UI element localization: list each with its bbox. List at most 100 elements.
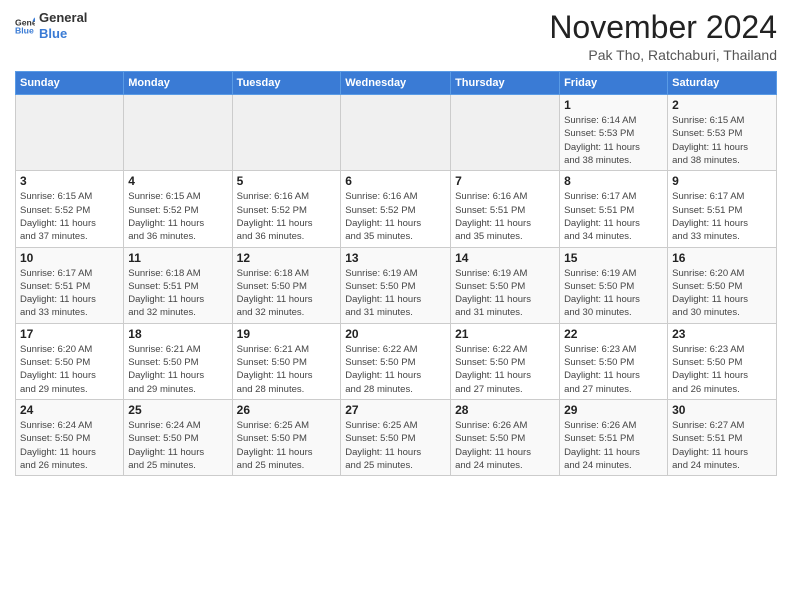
calendar-cell: 19Sunrise: 6:21 AM Sunset: 5:50 PM Dayli… xyxy=(232,323,341,399)
calendar-cell: 20 Sunrise: 6:22 AM Sunset: 5:50 PM Dayli… xyxy=(341,323,451,399)
day-info: Sunrise: 6:19 AM Sunset: 5:50 PM Dayligh… xyxy=(345,267,446,320)
weekday-header-sunday: Sunday xyxy=(16,72,124,95)
day-number: 28 xyxy=(455,403,555,417)
logo-general-text: General xyxy=(39,10,87,26)
day-info: Sunrise: 6:27 AM Sunset: 5:51 PM Dayligh… xyxy=(672,419,772,472)
day-number: 11 xyxy=(128,251,227,265)
day-info: Sunrise: 6:17 AM Sunset: 5:51 PM Dayligh… xyxy=(564,190,663,243)
calendar-cell: 11 Sunrise: 6:18 AM Sunset: 5:51 PM Dayli… xyxy=(124,247,232,323)
day-info: Sunrise: 6:23 AM Sunset: 5:50 PM Dayligh… xyxy=(564,343,663,396)
day-info: Sunrise: 6:19 AM Sunset: 5:50 PM Dayligh… xyxy=(564,267,663,320)
day-number: 1 xyxy=(564,98,663,112)
day-number: 7 xyxy=(455,174,555,188)
day-info: Sunrise: 6:17 AM Sunset: 5:51 PM Dayligh… xyxy=(20,267,119,320)
weekday-header-monday: Monday xyxy=(124,72,232,95)
calendar-cell xyxy=(451,95,560,171)
day-info: Sunrise: 6:15 AM Sunset: 5:52 PM Dayligh… xyxy=(128,190,227,243)
calendar-week-row: 17 Sunrise: 6:20 AM Sunset: 5:50 PM Dayli… xyxy=(16,323,777,399)
day-info: Sunrise: 6:25 AM Sunset: 5:50 PM Dayligh… xyxy=(237,419,337,472)
calendar-cell: 5 Sunrise: 6:16 AM Sunset: 5:52 PM Daylig… xyxy=(232,171,341,247)
weekday-header-wednesday: Wednesday xyxy=(341,72,451,95)
day-info: Sunrise: 6:17 AM Sunset: 5:51 PM Dayligh… xyxy=(672,190,772,243)
calendar-cell: 25 Sunrise: 6:24 AM Sunset: 5:50 PM Dayli… xyxy=(124,399,232,475)
day-number: 29 xyxy=(564,403,663,417)
day-number: 22 xyxy=(564,327,663,341)
page: General Blue General Blue November 2024 … xyxy=(0,0,792,612)
day-info: Sunrise: 6:24 AM Sunset: 5:50 PM Dayligh… xyxy=(128,419,227,472)
day-info: Sunrise: 6:15 AM Sunset: 5:52 PM Dayligh… xyxy=(20,190,119,243)
header: General Blue General Blue November 2024 … xyxy=(15,10,777,63)
calendar-week-row: 24 Sunrise: 6:24 AM Sunset: 5:50 PM Dayli… xyxy=(16,399,777,475)
day-info: Sunrise: 6:18 AM Sunset: 5:50 PM Dayligh… xyxy=(237,267,337,320)
calendar-cell: 2 Sunrise: 6:15 AM Sunset: 5:53 PM Daylig… xyxy=(668,95,777,171)
day-info: Sunrise: 6:26 AM Sunset: 5:50 PM Dayligh… xyxy=(455,419,555,472)
calendar-cell: 27Sunrise: 6:25 AM Sunset: 5:50 PM Dayli… xyxy=(341,399,451,475)
day-info: Sunrise: 6:25 AM Sunset: 5:50 PM Dayligh… xyxy=(345,419,446,472)
sub-title: Pak Tho, Ratchaburi, Thailand xyxy=(549,47,777,63)
calendar-cell: 1 Sunrise: 6:14 AM Sunset: 5:53 PM Daylig… xyxy=(560,95,668,171)
calendar-cell: 10 Sunrise: 6:17 AM Sunset: 5:51 PM Dayli… xyxy=(16,247,124,323)
calendar-cell: 16 Sunrise: 6:20 AM Sunset: 5:50 PM Dayli… xyxy=(668,247,777,323)
logo-blue-text: Blue xyxy=(39,26,87,42)
day-number: 26 xyxy=(237,403,337,417)
logo-icon: General Blue xyxy=(15,16,35,36)
day-number: 13 xyxy=(345,251,446,265)
day-info: Sunrise: 6:20 AM Sunset: 5:50 PM Dayligh… xyxy=(672,267,772,320)
calendar-cell: 13 Sunrise: 6:19 AM Sunset: 5:50 PM Dayli… xyxy=(341,247,451,323)
calendar-cell: 28 Sunrise: 6:26 AM Sunset: 5:50 PM Dayli… xyxy=(451,399,560,475)
day-number: 15 xyxy=(564,251,663,265)
day-number: 16 xyxy=(672,251,772,265)
title-block: November 2024 Pak Tho, Ratchaburi, Thail… xyxy=(549,10,777,63)
day-info: Sunrise: 6:24 AM Sunset: 5:50 PM Dayligh… xyxy=(20,419,119,472)
calendar-week-row: 3 Sunrise: 6:15 AM Sunset: 5:52 PM Daylig… xyxy=(16,171,777,247)
calendar-cell: 12 Sunrise: 6:18 AM Sunset: 5:50 PM Dayli… xyxy=(232,247,341,323)
calendar-cell: 4 Sunrise: 6:15 AM Sunset: 5:52 PM Daylig… xyxy=(124,171,232,247)
day-info: Sunrise: 6:14 AM Sunset: 5:53 PM Dayligh… xyxy=(564,114,663,167)
day-number: 21 xyxy=(455,327,555,341)
day-number: 10 xyxy=(20,251,119,265)
calendar-week-row: 1 Sunrise: 6:14 AM Sunset: 5:53 PM Daylig… xyxy=(16,95,777,171)
day-number: 2 xyxy=(672,98,772,112)
day-number: 17 xyxy=(20,327,119,341)
calendar-table: SundayMondayTuesdayWednesdayThursdayFrid… xyxy=(15,71,777,476)
day-number: 24 xyxy=(20,403,119,417)
calendar-header-row: SundayMondayTuesdayWednesdayThursdayFrid… xyxy=(16,72,777,95)
day-info: Sunrise: 6:16 AM Sunset: 5:51 PM Dayligh… xyxy=(455,190,555,243)
calendar-cell: 18Sunrise: 6:21 AM Sunset: 5:50 PM Dayli… xyxy=(124,323,232,399)
day-number: 8 xyxy=(564,174,663,188)
main-title: November 2024 xyxy=(549,10,777,45)
calendar-cell: 15 Sunrise: 6:19 AM Sunset: 5:50 PM Dayli… xyxy=(560,247,668,323)
day-info: Sunrise: 6:15 AM Sunset: 5:53 PM Dayligh… xyxy=(672,114,772,167)
day-number: 5 xyxy=(237,174,337,188)
day-info: Sunrise: 6:18 AM Sunset: 5:51 PM Dayligh… xyxy=(128,267,227,320)
calendar-cell: 26 Sunrise: 6:25 AM Sunset: 5:50 PM Dayli… xyxy=(232,399,341,475)
day-number: 3 xyxy=(20,174,119,188)
calendar-cell: 17 Sunrise: 6:20 AM Sunset: 5:50 PM Dayli… xyxy=(16,323,124,399)
calendar-cell: 14 Sunrise: 6:19 AM Sunset: 5:50 PM Dayli… xyxy=(451,247,560,323)
day-number: 12 xyxy=(237,251,337,265)
day-number: 9 xyxy=(672,174,772,188)
day-info: Sunrise: 6:22 AM Sunset: 5:50 PM Dayligh… xyxy=(455,343,555,396)
day-info: Sunrise: 6:16 AM Sunset: 5:52 PM Dayligh… xyxy=(345,190,446,243)
day-number: 4 xyxy=(128,174,227,188)
calendar-cell: 9 Sunrise: 6:17 AM Sunset: 5:51 PM Daylig… xyxy=(668,171,777,247)
day-number: 25 xyxy=(128,403,227,417)
calendar-cell: 7 Sunrise: 6:16 AM Sunset: 5:51 PM Daylig… xyxy=(451,171,560,247)
day-number: 19 xyxy=(237,327,337,341)
calendar-cell: 6 Sunrise: 6:16 AM Sunset: 5:52 PM Daylig… xyxy=(341,171,451,247)
calendar-cell: 30Sunrise: 6:27 AM Sunset: 5:51 PM Dayli… xyxy=(668,399,777,475)
day-info: Sunrise: 6:19 AM Sunset: 5:50 PM Dayligh… xyxy=(455,267,555,320)
day-info: Sunrise: 6:22 AM Sunset: 5:50 PM Dayligh… xyxy=(345,343,446,396)
calendar-cell xyxy=(16,95,124,171)
day-info: Sunrise: 6:16 AM Sunset: 5:52 PM Dayligh… xyxy=(237,190,337,243)
day-info: Sunrise: 6:21 AM Sunset: 5:50 PM Dayligh… xyxy=(128,343,227,396)
svg-text:Blue: Blue xyxy=(15,25,34,35)
calendar-cell xyxy=(232,95,341,171)
day-number: 14 xyxy=(455,251,555,265)
weekday-header-thursday: Thursday xyxy=(451,72,560,95)
weekday-header-friday: Friday xyxy=(560,72,668,95)
day-number: 20 xyxy=(345,327,446,341)
day-info: Sunrise: 6:20 AM Sunset: 5:50 PM Dayligh… xyxy=(20,343,119,396)
calendar-cell: 24 Sunrise: 6:24 AM Sunset: 5:50 PM Dayli… xyxy=(16,399,124,475)
day-number: 6 xyxy=(345,174,446,188)
